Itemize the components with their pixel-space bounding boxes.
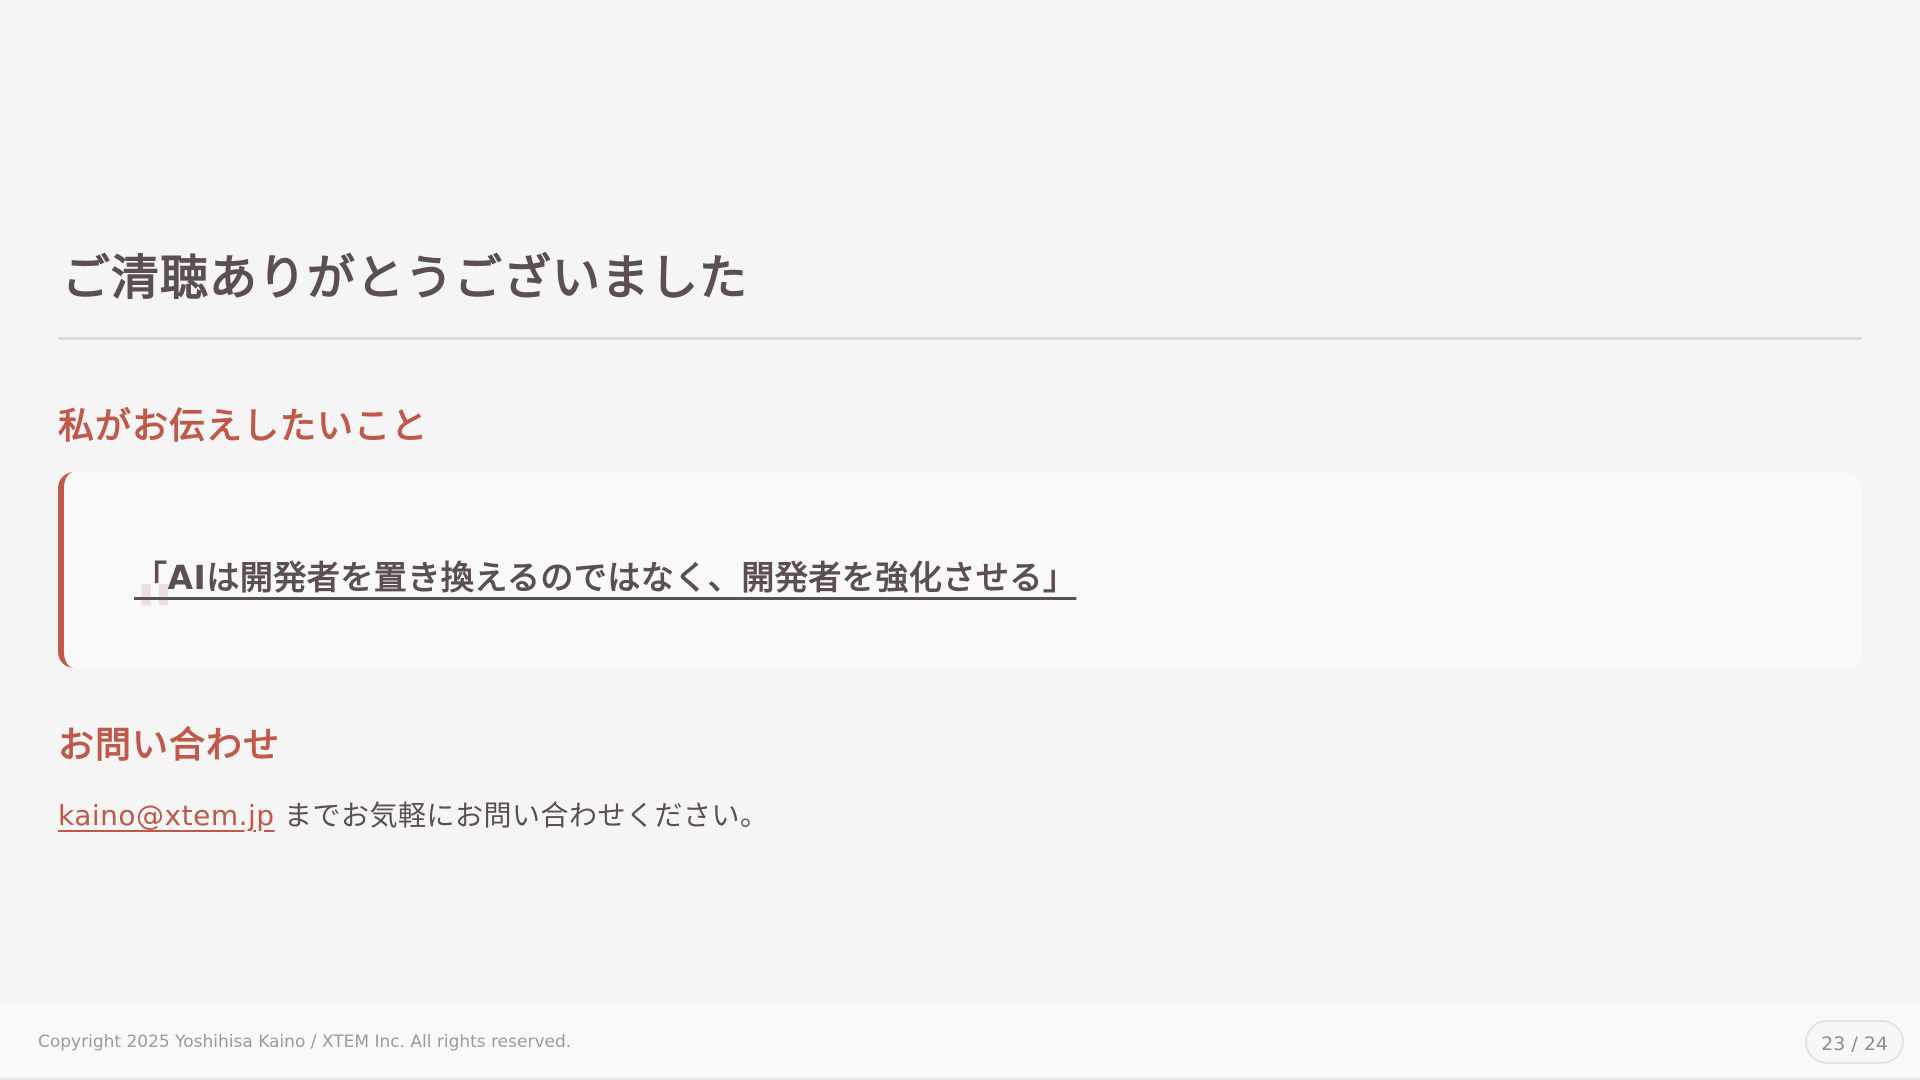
title-divider: [58, 337, 1862, 340]
copyright-text: Copyright 2025 Yoshihisa Kaino / XTEM In…: [38, 1032, 572, 1052]
contact-line: kaino@xtem.jp までお気軽にお問い合わせください。: [58, 794, 768, 834]
quote-text: 「AIは開発者を置き換えるのではなく、開発者を強化させる」: [134, 558, 1077, 597]
slide: ご清聴ありがとうございました 私がお伝えしたいこと " 「AIは開発者を置き換え…: [0, 0, 1920, 1080]
message-heading: 私がお伝えしたいこと: [58, 406, 429, 447]
footer: Copyright 2025 Yoshihisa Kaino / XTEM In…: [0, 1006, 1920, 1080]
contact-heading: お問い合わせ: [58, 725, 281, 766]
page-title: ご清聴ありがとうございました: [62, 250, 749, 306]
contact-text: までお気軽にお問い合わせください。: [274, 799, 769, 832]
page-counter: 23 / 24: [1805, 1020, 1904, 1064]
contact-email-link[interactable]: kaino@xtem.jp: [58, 799, 275, 832]
